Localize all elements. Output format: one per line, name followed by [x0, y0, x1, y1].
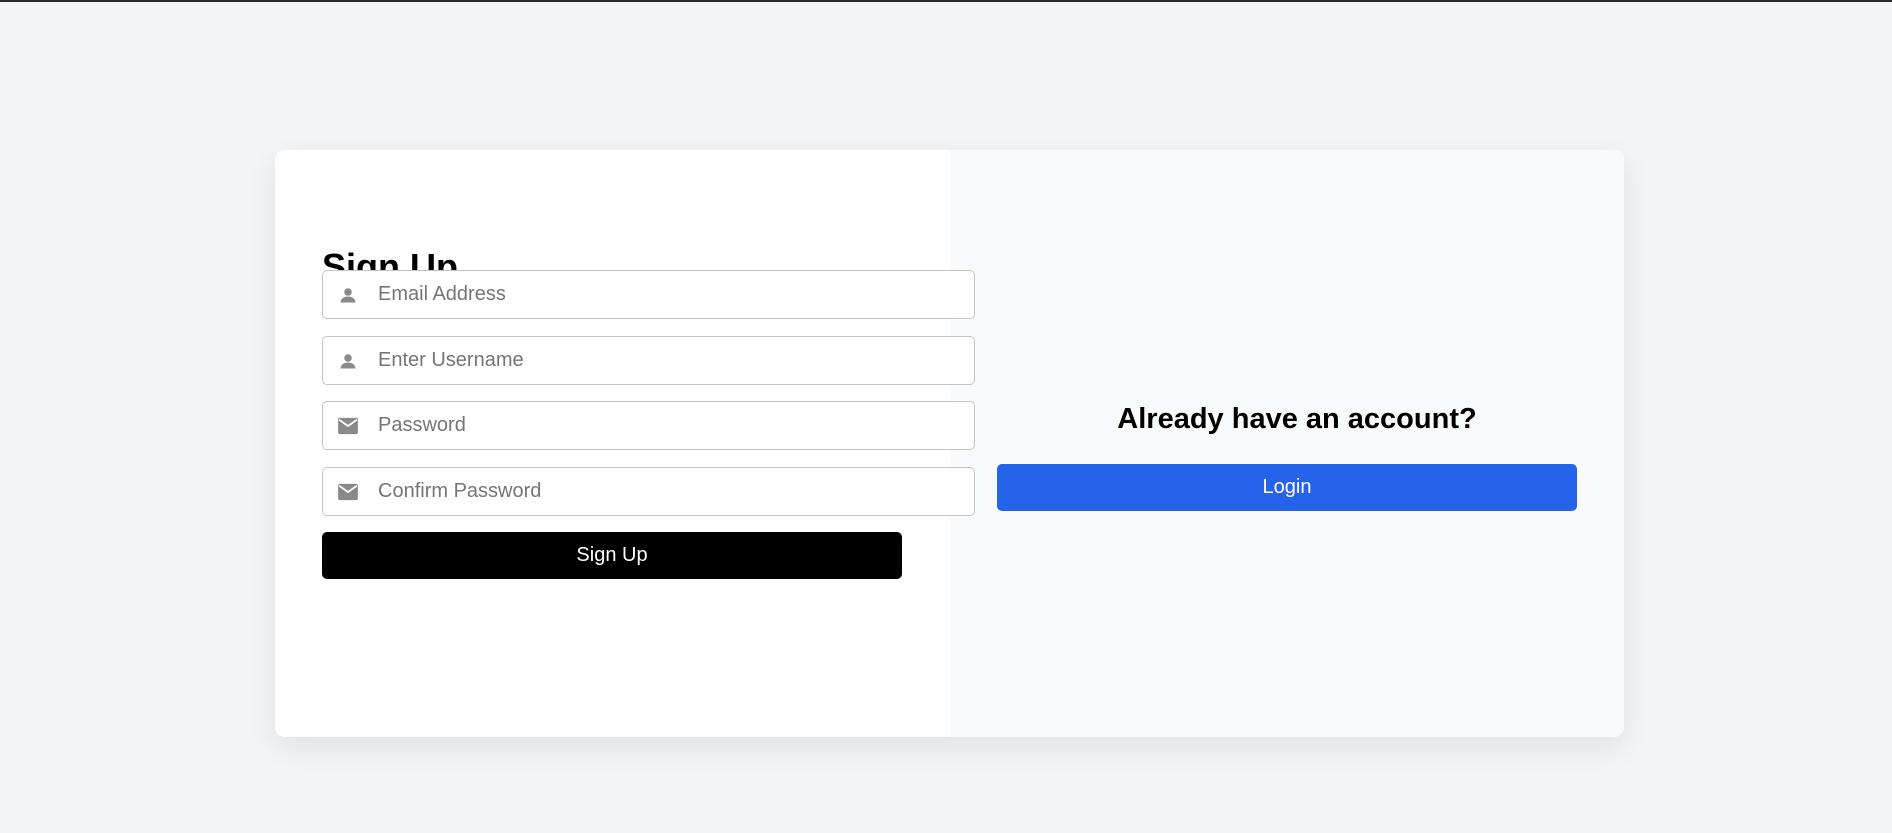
login-button[interactable]: Login [997, 464, 1577, 511]
username-field[interactable] [322, 336, 975, 385]
email-field[interactable] [322, 270, 975, 319]
confirm-password-input[interactable] [378, 471, 958, 512]
username-input[interactable] [378, 340, 958, 381]
email-input[interactable] [378, 274, 958, 315]
mail-icon [336, 480, 360, 504]
login-panel: Already have an account? Login [950, 150, 1624, 737]
auth-card: Sign Up Sign Up [275, 150, 1624, 737]
mail-icon [336, 414, 360, 438]
user-icon [336, 283, 360, 307]
password-input[interactable] [378, 405, 958, 446]
password-field[interactable] [322, 401, 975, 450]
signup-panel: Sign Up Sign Up [275, 150, 975, 737]
signup-button[interactable]: Sign Up [322, 532, 902, 579]
confirm-password-field[interactable] [322, 467, 975, 516]
login-prompt: Already have an account? [1117, 403, 1477, 435]
user-icon [336, 349, 360, 373]
window-top-border [0, 0, 1892, 2]
